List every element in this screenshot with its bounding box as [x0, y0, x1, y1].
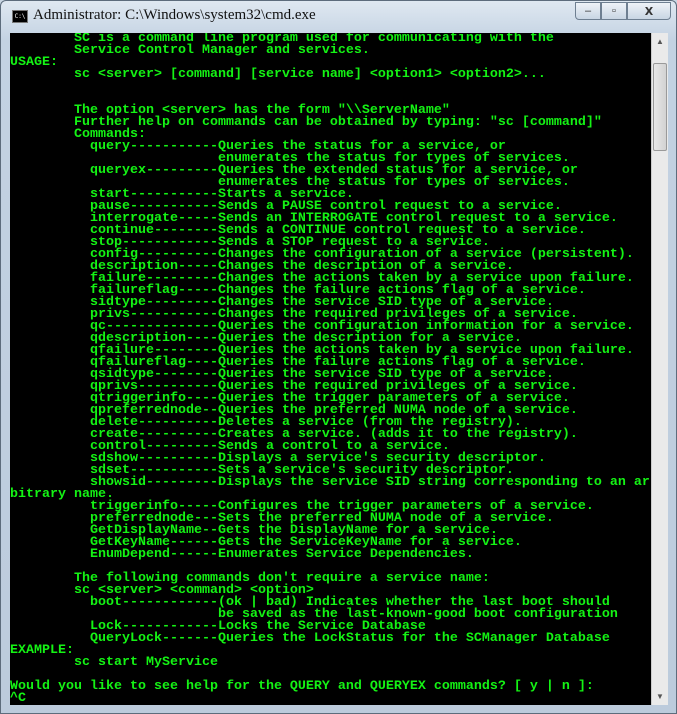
scroll-down-arrow-icon[interactable]: ▼	[652, 688, 668, 705]
console-line: sc start MyService	[10, 655, 218, 670]
console-line: EnumDepend------Enumerates Service Depen…	[10, 547, 474, 562]
console-line: ^C	[10, 691, 26, 705]
vertical-scrollbar[interactable]: ▲ ▼	[651, 33, 668, 705]
maximize-button[interactable]: ▫	[601, 2, 627, 20]
console-line: QueryLock-------Queries the LockStatus f…	[10, 631, 610, 646]
cmd-app-icon[interactable]: C:\	[12, 10, 28, 23]
window-title: Administrator: C:\Windows\system32\cmd.e…	[33, 7, 316, 23]
scroll-up-arrow-icon[interactable]: ▲	[652, 33, 668, 50]
console-output[interactable]: SC is a command line program used for co…	[10, 33, 651, 705]
minimize-button[interactable]: –	[575, 2, 601, 20]
scrollbar-thumb[interactable]	[653, 63, 667, 151]
console-line: Would you like to see help for the QUERY…	[10, 679, 594, 694]
title-bar[interactable]: C:\ Administrator: C:\Windows\system32\c…	[1, 1, 677, 31]
cmd-window: C:\ Administrator: C:\Windows\system32\c…	[0, 0, 677, 714]
close-button[interactable]: X	[627, 2, 671, 20]
console-line: Service Control Manager and services.	[10, 43, 370, 58]
console-line: sc <server> [command] [service name] <op…	[10, 67, 546, 82]
